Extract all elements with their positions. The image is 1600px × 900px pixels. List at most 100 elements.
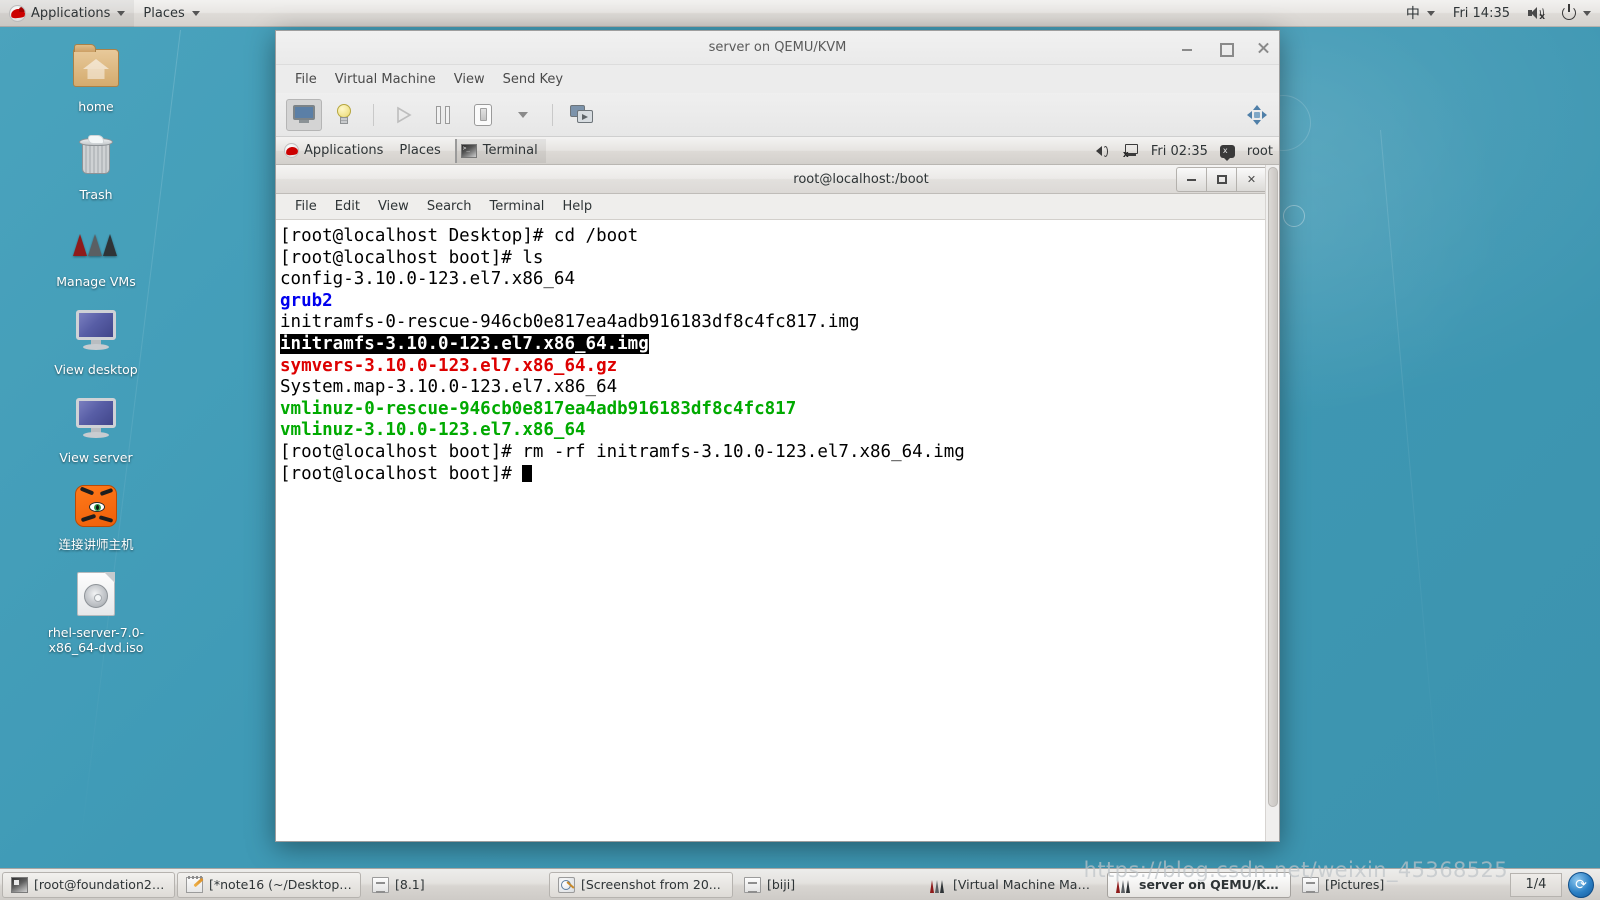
ime-chinese-label: 中 <box>1405 6 1420 22</box>
taskbar-item-label: [*note16 (~/Desktop)... <box>209 877 352 892</box>
desktop-icon-view-server[interactable]: View server <box>36 393 156 467</box>
shutdown-menu-arrow[interactable] <box>505 99 541 131</box>
guest-user-label[interactable]: root <box>1247 144 1273 159</box>
shutdown-button[interactable] <box>465 99 501 131</box>
file-manager-icon <box>744 876 761 893</box>
close-icon[interactable] <box>1255 40 1271 56</box>
virt-manager-window: server on QEMU/KVM File Virtual Machine … <box>275 30 1280 842</box>
host-status-area: 中 Fri 14:35 x <box>1397 0 1600 27</box>
terminal-cursor <box>522 464 533 482</box>
terminal-menu-search[interactable]: Search <box>418 196 481 217</box>
vm-window-title: server on QEMU/KVM <box>708 40 847 55</box>
taskbar-item-note16[interactable]: [*note16 (~/Desktop)... <box>177 871 361 898</box>
terminal-menu-terminal[interactable]: Terminal <box>480 196 553 217</box>
desktop-icon-connect-instructor-host[interactable]: 连接讲师主机 <box>36 480 156 554</box>
taskbar-item-label: [root@foundation29:~] <box>34 877 166 892</box>
chevron-down-icon <box>1426 10 1435 16</box>
desktop-icon-rhel-iso[interactable]: rhel-server-7.0-x86_64-dvd.iso <box>36 568 156 657</box>
vm-window-titlebar[interactable]: server on QEMU/KVM <box>276 31 1279 65</box>
scrollbar-thumb[interactable] <box>1268 167 1278 807</box>
desktop-light-streak-secondary <box>1380 129 1443 828</box>
desktop-icon-trash[interactable]: Trash <box>36 130 156 204</box>
toolbar-right-area <box>1247 93 1267 137</box>
details-view-button[interactable] <box>326 99 362 131</box>
terminal-text: [root@localhost Desktop]# cd /boot <box>280 226 639 246</box>
virt-manager-icon <box>930 877 947 893</box>
power-switch-icon <box>474 103 492 126</box>
guest-desktop-area[interactable]: root@localhost:/boot ✕ File Edit View Se… <box>276 165 1279 841</box>
vm-menu-virtual-machine[interactable]: Virtual Machine <box>326 69 445 90</box>
file-manager-icon <box>1302 876 1319 893</box>
vm-menu-file[interactable]: File <box>286 69 326 90</box>
terminal-titlebar[interactable]: root@localhost:/boot ✕ <box>276 165 1266 194</box>
host-places-menu[interactable]: Places <box>134 0 208 27</box>
play-icon <box>397 106 412 123</box>
terminal-text: [root@localhost boot]# ls <box>280 247 544 268</box>
terminal-line: [root@localhost Desktop]# cd /boot <box>278 226 1266 248</box>
terminal-text: initramfs-0-rescue-946cb0e817ea4adb91618… <box>280 312 860 333</box>
taskbar-item-label: [8.1] <box>395 877 425 892</box>
terminal-text: config-3.10.0-123.el7.x86_64 <box>280 269 576 290</box>
pause-button[interactable] <box>425 99 461 131</box>
taskbar-item-terminal[interactable]: [root@foundation29:~] <box>2 871 175 898</box>
input-method-menu[interactable]: 中 <box>1397 0 1444 27</box>
terminal-text: initramfs-3.10.0-123.el7.x86_64.img <box>280 333 649 354</box>
guest-window-list-label: Terminal <box>482 143 538 158</box>
network-disconnected-icon[interactable]: x <box>1123 144 1139 160</box>
maximize-icon[interactable] <box>1217 40 1234 57</box>
terminal-menu-view[interactable]: View <box>369 196 418 217</box>
desktop-icon-label: 连接讲师主机 <box>58 537 134 553</box>
guest-display-scrollbar[interactable] <box>1265 165 1279 841</box>
terminal-menu-file[interactable]: File <box>286 196 326 217</box>
guest-top-panel: Applications Places Terminal x Fri 02:35… <box>276 137 1279 165</box>
taskbar-item-biji[interactable]: [biji] <box>735 872 919 898</box>
workspace-switcher[interactable]: 1/4 <box>1510 872 1562 897</box>
taskbar-item-pictures[interactable]: [Pictures] <box>1293 872 1477 898</box>
terminal-icon <box>11 876 28 893</box>
taskbar-item-label: [Pictures] <box>1325 877 1385 892</box>
chat-status-icon[interactable]: x <box>1219 144 1235 161</box>
tray-update-icon[interactable]: ⟳ <box>1568 871 1594 898</box>
desktop-icon-view-desktop[interactable]: View desktop <box>36 305 156 379</box>
terminal-line: initramfs-3.10.0-123.el7.x86_64.img <box>278 333 1266 356</box>
console-view-button[interactable] <box>286 98 322 131</box>
host-applications-menu[interactable]: Applications <box>0 0 135 27</box>
terminal-output[interactable]: [root@localhost Desktop]# cd /boot [root@… <box>276 220 1266 815</box>
minimize-icon[interactable] <box>1179 40 1195 56</box>
taskbar-item-screenshot[interactable]: [Screenshot from 20... <box>549 871 733 898</box>
host-volume-button[interactable]: x <box>1519 0 1553 27</box>
terminal-title: root@localhost:/boot <box>793 171 929 187</box>
terminal-menu-help[interactable]: Help <box>553 196 601 217</box>
run-button[interactable] <box>385 99 421 131</box>
guest-window-list-terminal[interactable]: Terminal <box>454 138 546 163</box>
guest-places-label: Places <box>399 143 441 158</box>
fullscreen-button[interactable] <box>564 99 600 131</box>
host-clock[interactable]: Fri 14:35 <box>1444 0 1519 27</box>
desktop-icon-home[interactable]: home <box>36 42 156 116</box>
maximize-button[interactable] <box>1206 167 1236 192</box>
taskbar-item-server-on-qemu-kvm[interactable]: server on QEMU/KVM <box>1107 871 1291 898</box>
minimize-icon <box>1187 178 1196 181</box>
close-button[interactable]: ✕ <box>1236 167 1266 192</box>
guest-applications-menu[interactable]: Applications <box>276 137 391 165</box>
host-clock-label: Fri 14:35 <box>1452 5 1510 21</box>
chevron-down-icon <box>117 10 126 16</box>
terminal-menu-edit[interactable]: Edit <box>326 196 369 217</box>
taskbar-item-8-1[interactable]: [8.1] <box>363 872 547 898</box>
move-handle-icon[interactable] <box>1247 105 1267 125</box>
guest-places-menu[interactable]: Places <box>391 137 448 165</box>
monitor-icon <box>36 393 156 445</box>
speaker-icon[interactable] <box>1095 145 1111 158</box>
guest-console-display[interactable]: Applications Places Terminal x Fri 02:35… <box>276 137 1279 841</box>
minimize-button[interactable] <box>1176 167 1206 192</box>
vm-menu-send-key[interactable]: Send Key <box>494 69 572 90</box>
guest-clock-label[interactable]: Fri 02:35 <box>1151 144 1208 159</box>
virt-manager-icon <box>1116 877 1133 893</box>
power-icon <box>1562 4 1576 20</box>
host-system-menu[interactable] <box>1553 0 1600 27</box>
monitor-icon <box>36 305 156 357</box>
gnome-terminal-window: root@localhost:/boot ✕ File Edit View Se… <box>276 165 1266 815</box>
desktop-icon-manage-vms[interactable]: Manage VMs <box>36 217 156 291</box>
taskbar-item-virtual-machine-manager[interactable]: [Virtual Machine Man... <box>921 872 1105 898</box>
vm-menu-view[interactable]: View <box>445 69 494 90</box>
